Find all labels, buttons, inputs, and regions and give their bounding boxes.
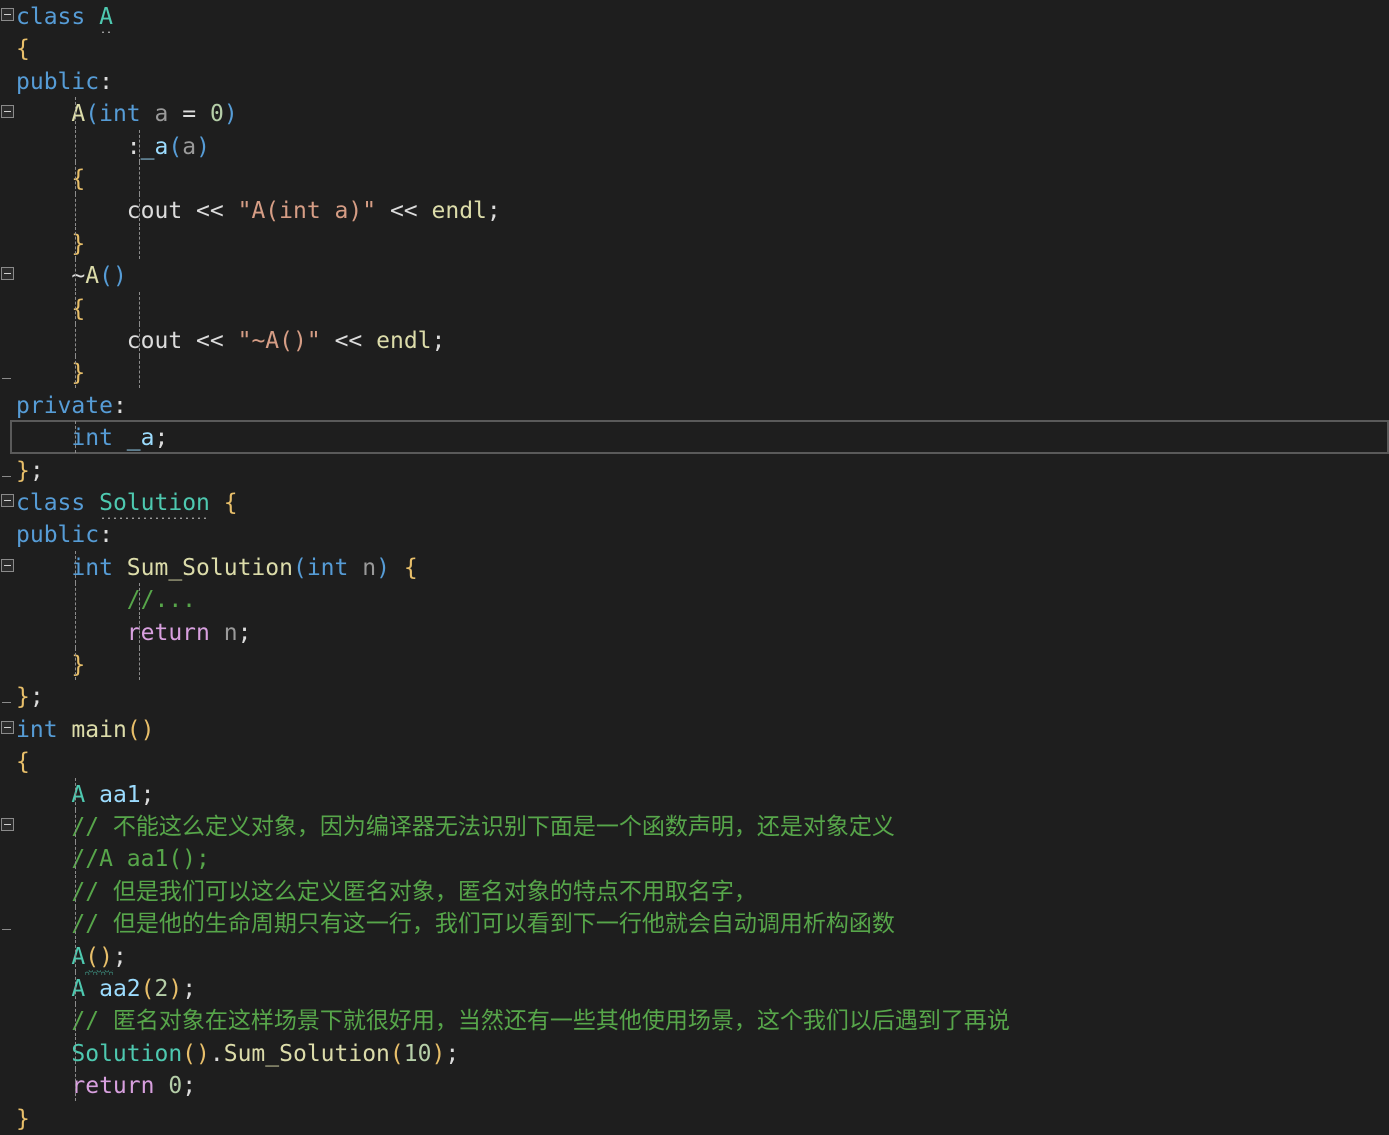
code-line[interactable]: }; [0,454,1389,486]
indent-guide [138,194,140,227]
code-line[interactable]: // 匿名对象在这样场景下就很好用，当然还有一些其他使用场景，这个我们以后遇到了… [0,1004,1389,1036]
code-line[interactable]: return 0; [0,1069,1389,1101]
code-line[interactable]: :_a(a) [0,130,1389,162]
code-line[interactable]: } [0,648,1389,680]
indent-guide [75,1069,77,1102]
code-line[interactable]: { [0,745,1389,777]
indent-guide [75,1004,77,1037]
indent-guide [75,259,77,292]
code-line[interactable]: private: [0,389,1389,421]
code-line[interactable]: int Sum_Solution(int n) { [0,551,1389,583]
indent-guide [75,227,77,260]
code-line[interactable]: public: [0,518,1389,550]
code-line[interactable]: { [0,162,1389,194]
code-line[interactable]: int _a; [0,421,1389,453]
code-line[interactable]: ~A() [0,259,1389,291]
indent-guide [75,324,77,357]
code-line[interactable]: Solution().Sum_Solution(10); [0,1037,1389,1069]
indent-guide [138,162,140,195]
indent-guide [75,130,77,163]
code-line[interactable]: public: [0,65,1389,97]
indent-guide [138,648,140,681]
indent-guide [75,907,77,940]
code-line[interactable]: A aa1; [0,778,1389,810]
code-line[interactable]: class A [0,0,1389,32]
code-line[interactable]: cout << "~A()" << endl; [0,324,1389,356]
code-line[interactable]: //A aa1(); [0,842,1389,874]
code-line[interactable]: } [0,227,1389,259]
code-line[interactable]: //... [0,583,1389,615]
indent-guide [75,292,77,325]
indent-guide [75,842,77,875]
code-line[interactable]: // 但是他的生命周期只有这一行，我们可以看到下一行他就会自动调用析构函数 [0,907,1389,939]
code-line[interactable]: } [0,356,1389,388]
code-line[interactable]: return n; [0,616,1389,648]
code-line[interactable]: int main() [0,713,1389,745]
indent-guide [138,583,140,616]
code-line[interactable]: A(); [0,940,1389,972]
indent-guide [138,356,140,389]
code-line[interactable]: A(int a = 0) [0,97,1389,129]
indent-guide [75,648,77,681]
indent-guide [75,356,77,389]
indent-guide [75,940,77,973]
code-editor[interactable]: class A{public: A(int a = 0) :_a(a) { co… [0,0,1389,1132]
indent-guide [75,1037,77,1070]
indent-guide [75,875,77,908]
indent-guide [75,972,77,1005]
code-line[interactable]: } [0,1102,1389,1134]
indent-guide [75,97,77,130]
indent-guide [138,130,140,163]
code-line[interactable]: // 不能这么定义对象，因为编译器无法识别下面是一个函数声明，还是对象定义 [0,810,1389,842]
code-line[interactable]: { [0,292,1389,324]
code-line[interactable]: cout << "A(int a)" << endl; [0,194,1389,226]
code-line[interactable]: A aa2(2); [0,972,1389,1004]
code-line[interactable]: { [0,32,1389,64]
code-line[interactable]: class Solution { [0,486,1389,518]
indent-guide [75,616,77,649]
indent-guide [75,810,77,843]
indent-guide [138,324,140,357]
indent-guide [138,292,140,325]
indent-guide [138,616,140,649]
indent-guide [75,778,77,811]
indent-guide [75,421,77,454]
code-line[interactable]: }; [0,680,1389,712]
code-line[interactable]: // 但是我们可以这么定义匿名对象，匿名对象的特点不用取名字， [0,875,1389,907]
indent-guide [75,583,77,616]
indent-guide [75,194,77,227]
indent-guide [138,227,140,260]
indent-guide [75,162,77,195]
indent-guide [75,551,77,584]
